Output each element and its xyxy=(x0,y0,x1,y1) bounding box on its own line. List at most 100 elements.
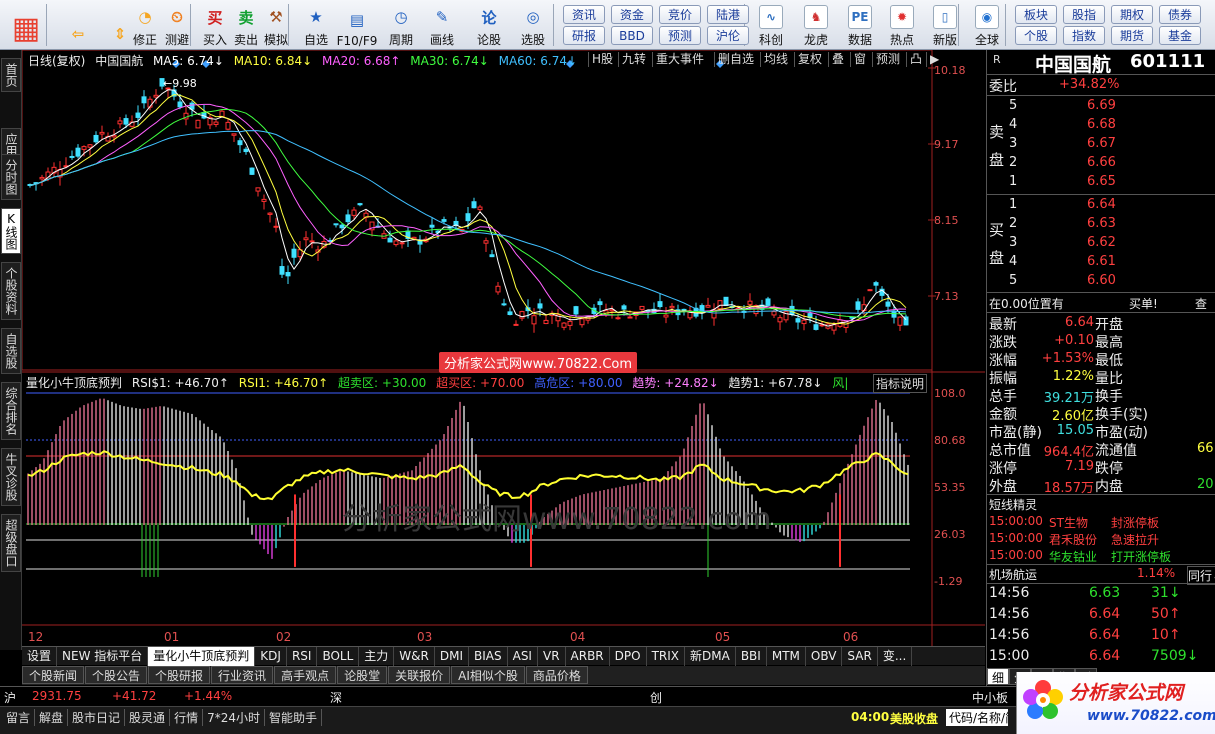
chart-option-button[interactable]: 凸 xyxy=(906,52,925,67)
status-item[interactable]: 智能助手 xyxy=(265,709,322,726)
indicator-tab[interactable]: 量化小牛顶底预判 xyxy=(148,647,256,666)
quick-button[interactable]: 板块 xyxy=(1015,5,1057,24)
bid-price[interactable]: 6.62 xyxy=(1087,235,1116,250)
status-item[interactable]: 留言 xyxy=(2,709,36,726)
quick-button[interactable]: 资金 xyxy=(611,5,653,24)
quick-button[interactable]: 股指 xyxy=(1063,5,1105,24)
chart-option-button[interactable]: 预测 xyxy=(872,52,903,67)
info-tab[interactable]: 论股堂 xyxy=(337,666,388,684)
left-tab[interactable]: 个股资料 xyxy=(1,262,21,320)
quick-button[interactable]: 基金 xyxy=(1159,26,1201,45)
indicator-tab[interactable]: DPO xyxy=(610,647,647,666)
indicator-tab[interactable]: BOLL xyxy=(317,647,360,666)
chart-option-button[interactable]: 重大事件 xyxy=(652,52,707,67)
indicator-tab[interactable]: BIAS xyxy=(469,647,508,666)
info-tab[interactable]: 行业资讯 xyxy=(211,666,274,684)
quick-button[interactable]: 期货 xyxy=(1111,26,1153,45)
info-tab[interactable]: 个股研报 xyxy=(148,666,211,684)
left-tab[interactable]: 分时图 xyxy=(1,154,21,200)
chart-option-button[interactable]: 均线 xyxy=(760,52,791,67)
alert-stock[interactable]: ST生物 xyxy=(1049,514,1088,531)
indicator-help-button[interactable]: 指标说明 xyxy=(873,374,928,393)
chart-option-button[interactable]: H股 xyxy=(588,52,616,67)
quick-button[interactable]: 个股 xyxy=(1015,26,1057,45)
status-item[interactable]: 股市日记 xyxy=(68,709,126,726)
indicator-tab[interactable]: ARBR xyxy=(566,647,610,666)
indicator-tab[interactable]: W&R xyxy=(394,647,435,666)
chart-option-button[interactable]: 九转 xyxy=(618,52,649,67)
chart-option-button[interactable]: 叠 xyxy=(828,52,847,67)
globe-button[interactable]: ◉ 全球 xyxy=(968,2,1006,48)
star-button[interactable]: ★ 自选 xyxy=(299,2,333,48)
status-item[interactable]: 行情 xyxy=(170,709,204,726)
info-tab[interactable]: 个股新闻 xyxy=(22,666,85,684)
alarm-button[interactable]: ⏲ 测避 xyxy=(160,2,194,48)
status-news[interactable]: 美股收盘 xyxy=(890,710,938,727)
ask-price[interactable]: 6.65 xyxy=(1087,174,1116,189)
info-tab[interactable]: 商品价格 xyxy=(525,666,588,684)
chart-canvas[interactable] xyxy=(22,50,985,646)
status-item[interactable]: 解盘 xyxy=(35,709,69,726)
chart-button[interactable]: ∿ 科创 xyxy=(752,2,790,48)
left-tab[interactable]: 牛叉诊股 xyxy=(1,448,21,506)
info-tab[interactable]: 高手观点 xyxy=(274,666,337,684)
indicator-tab[interactable]: 设置 xyxy=(22,647,58,666)
sell-button[interactable]: 卖卖出 xyxy=(229,2,263,48)
status-item[interactable]: 股灵通 xyxy=(125,709,171,726)
indicator-tab[interactable]: SAR xyxy=(842,647,878,666)
alert-stock[interactable]: 君禾股份 xyxy=(1049,531,1097,548)
chart-option-button[interactable]: 窗 xyxy=(850,52,869,67)
chart-option-button[interactable]: 复权 xyxy=(794,52,825,67)
quick-button[interactable]: 沪伦 xyxy=(707,26,749,45)
indicator-tab[interactable]: ASI xyxy=(508,647,538,666)
clock-button[interactable]: ◔ 修正 xyxy=(128,2,162,48)
kline-chart[interactable]: 日线(复权) 中国国航 MA5: 6.74↓ MA10: 6.84↓ MA20:… xyxy=(22,50,985,646)
pe-button[interactable]: PE 数据 xyxy=(841,2,879,48)
f10-button[interactable]: ▤ F10/F9 xyxy=(337,2,378,48)
info-tab[interactable]: AI相似个股 xyxy=(451,666,525,684)
alert-stock[interactable]: 华友钴业 xyxy=(1049,548,1097,565)
info-tab[interactable]: 关联报价 xyxy=(388,666,451,684)
quick-button[interactable]: 预测 xyxy=(659,26,701,45)
bid-price[interactable]: 6.64 xyxy=(1087,197,1116,212)
bid-price[interactable]: 6.63 xyxy=(1087,216,1116,231)
left-tab[interactable]: 自选股 xyxy=(1,328,21,374)
indicator-tab[interactable]: 变... xyxy=(878,647,913,666)
chart-option-button[interactable]: 删自选 xyxy=(714,52,757,67)
indicator-tab[interactable]: OBV xyxy=(806,647,843,666)
app-logo-button[interactable]: ▦ xyxy=(6,2,46,48)
quick-button[interactable]: 债券 xyxy=(1159,5,1201,24)
indicator-tab[interactable]: NEW 指标平台 xyxy=(57,647,149,666)
quick-button[interactable]: BBD xyxy=(611,26,653,45)
bid-price[interactable]: 6.60 xyxy=(1087,273,1116,288)
left-tab[interactable]: 首页 xyxy=(1,58,21,92)
back-arrow-button[interactable]: ⇦ xyxy=(58,2,98,48)
ask-price[interactable]: 6.66 xyxy=(1087,155,1116,170)
ask-price[interactable]: 6.67 xyxy=(1087,136,1116,151)
detail-tab[interactable]: 细 xyxy=(987,668,1009,685)
indicator-tab[interactable]: KDJ xyxy=(255,647,287,666)
bid-price[interactable]: 6.61 xyxy=(1087,254,1116,269)
indicator-tab[interactable]: 主力 xyxy=(359,647,395,666)
ask-price[interactable]: 6.69 xyxy=(1087,98,1116,113)
left-tab[interactable]: K线图 xyxy=(1,208,21,254)
forum-button[interactable]: 论论股 xyxy=(472,2,506,48)
status-item[interactable]: 7*24小时 xyxy=(203,709,265,726)
left-tab[interactable]: 超级盘口 xyxy=(1,514,21,572)
period-button[interactable]: ◷ 周期 xyxy=(384,2,418,48)
indicator-tab[interactable]: RSI xyxy=(287,647,318,666)
quick-button[interactable]: 研报 xyxy=(563,26,605,45)
dragon-button[interactable]: ♞ 龙虎 xyxy=(797,2,835,48)
indicator-tab[interactable]: 新DMA xyxy=(685,647,736,666)
quick-button[interactable]: 陆港 xyxy=(707,5,749,24)
indicator-tab[interactable]: MTM xyxy=(767,647,806,666)
indicator-tab[interactable]: DMI xyxy=(435,647,469,666)
quick-button[interactable]: 资讯 xyxy=(563,5,605,24)
quick-button[interactable]: 指数 xyxy=(1063,26,1105,45)
indicator-tab[interactable]: TRIX xyxy=(647,647,686,666)
hot-button[interactable]: ✹ 热点 xyxy=(883,2,921,48)
select-button[interactable]: ◎ 选股 xyxy=(516,2,550,48)
indicator-tab[interactable]: VR xyxy=(538,647,566,666)
indicator-tab[interactable]: BBI xyxy=(736,647,767,666)
ask-price[interactable]: 6.68 xyxy=(1087,117,1116,132)
